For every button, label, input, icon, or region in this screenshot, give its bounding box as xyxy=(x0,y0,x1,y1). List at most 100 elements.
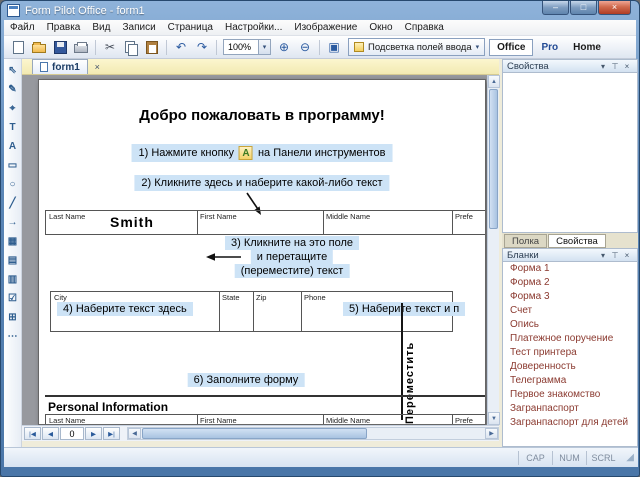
menu-item-file[interactable]: Файл xyxy=(4,20,41,35)
paste-button[interactable] xyxy=(142,38,162,57)
redo-button[interactable]: ↷ xyxy=(192,38,212,57)
menu-item-help[interactable]: Справка xyxy=(399,20,450,35)
arrow-tool-button[interactable]: → xyxy=(5,214,21,230)
title-bar[interactable]: Form Pilot Office - form1 – □ × xyxy=(1,1,639,20)
column-divider[interactable] xyxy=(323,415,324,425)
edition-tab-pro[interactable]: Pro xyxy=(534,39,565,56)
table-tool-button[interactable]: ⊞ xyxy=(5,309,21,325)
rectangle-tool-button[interactable]: ▭ xyxy=(5,157,21,173)
column-divider[interactable] xyxy=(253,292,254,331)
letter-tool-button[interactable]: A xyxy=(5,138,21,154)
tab-close-icon[interactable]: × xyxy=(91,60,104,73)
blank-item-first-acquaintance[interactable]: Первое знакомство xyxy=(503,388,637,402)
print-button[interactable] xyxy=(71,38,91,57)
ellipse-tool-button[interactable]: ○ xyxy=(5,176,21,192)
record-number-field[interactable]: 0 xyxy=(60,427,84,440)
last-record-button[interactable]: ▶| xyxy=(103,427,120,440)
field-icon: ▣ xyxy=(328,41,339,53)
scroll-right-arrow[interactable]: ▶ xyxy=(485,428,498,439)
blank-item-forma1[interactable]: Форма 1 xyxy=(503,262,637,276)
chevron-down-icon[interactable]: ▾ xyxy=(258,40,270,54)
column-divider[interactable] xyxy=(452,211,453,234)
pen-tool-button[interactable]: ✎ xyxy=(5,81,21,97)
zoom-out-button[interactable]: ⊖ xyxy=(295,38,315,57)
undo-button[interactable]: ↶ xyxy=(171,38,191,57)
maximize-button[interactable]: □ xyxy=(570,1,597,15)
column-divider[interactable] xyxy=(197,415,198,425)
menu-item-edit[interactable]: Правка xyxy=(41,20,87,35)
scroll-up-arrow[interactable]: ▲ xyxy=(488,75,500,88)
checkbox-tool-button[interactable]: ☑ xyxy=(5,290,21,306)
left-arrow xyxy=(205,252,243,262)
text-tool-button[interactable]: T xyxy=(5,119,21,135)
copy-button[interactable] xyxy=(121,38,141,57)
zoom-in-button[interactable]: ⊕ xyxy=(274,38,294,57)
next-record-button[interactable]: ▶ xyxy=(85,427,102,440)
close-button[interactable]: × xyxy=(598,1,631,15)
document-page[interactable]: Добро пожаловать в программу! 1) Нажмите… xyxy=(38,79,486,425)
column-divider[interactable] xyxy=(219,292,220,331)
menu-item-settings[interactable]: Настройки... xyxy=(219,20,288,35)
blank-item-telegram[interactable]: Телеграмма xyxy=(503,374,637,388)
form-table-personal[interactable]: Last Name First Name Middle Name Prefe xyxy=(45,414,486,425)
blank-item-forma3[interactable]: Форма 3 xyxy=(503,290,637,304)
column-divider[interactable] xyxy=(301,292,302,331)
vertical-scroll-thumb[interactable] xyxy=(489,89,498,229)
menu-item-window[interactable]: Окно xyxy=(363,20,398,35)
blank-item-passport-children[interactable]: Загранпаспорт для детей xyxy=(503,416,637,430)
column-divider[interactable] xyxy=(197,211,198,234)
blank-item-inventory[interactable]: Опись xyxy=(503,318,637,332)
panel-pin-icon[interactable]: ⊤ xyxy=(609,251,621,260)
column-divider[interactable] xyxy=(452,415,453,425)
panel-menu-icon[interactable]: ▾ xyxy=(597,62,609,71)
scroll-down-arrow[interactable]: ▼ xyxy=(488,412,500,425)
barcode-tool-button[interactable]: ▥ xyxy=(5,271,21,287)
horizontal-scroll-thumb[interactable] xyxy=(142,428,367,439)
document-icon xyxy=(40,62,48,72)
scroll-left-arrow[interactable]: ◀ xyxy=(128,428,141,439)
blank-item-power-of-attorney[interactable]: Доверенность xyxy=(503,360,637,374)
new-document-button[interactable] xyxy=(8,38,28,57)
menu-item-image[interactable]: Изображение xyxy=(288,20,363,35)
highlight-fields-label: Подсветка полей ввода xyxy=(368,42,472,53)
form-table-names[interactable]: Last Name First Name Middle Name Prefe S… xyxy=(45,210,486,235)
first-record-button[interactable]: |◀ xyxy=(24,427,41,440)
panel-close-icon[interactable]: × xyxy=(621,251,633,260)
hatch-tool-button[interactable]: ▤ xyxy=(5,252,21,268)
minimize-button[interactable]: – xyxy=(542,1,569,15)
picker-tool-button[interactable]: ⌖ xyxy=(5,100,21,116)
field-mode-button[interactable]: ▣ xyxy=(324,38,344,57)
blank-item-passport[interactable]: Загранпаспорт xyxy=(503,402,637,416)
edition-tab-office[interactable]: Office xyxy=(489,39,533,56)
line-tool-button[interactable]: ╱ xyxy=(5,195,21,211)
blank-item-forma2[interactable]: Форма 2 xyxy=(503,276,637,290)
open-button[interactable] xyxy=(29,38,49,57)
edition-tab-home[interactable]: Home xyxy=(566,39,608,56)
document-tab-form1[interactable]: form1 xyxy=(32,59,88,74)
blank-item-invoice[interactable]: Счет xyxy=(503,304,637,318)
grid-tool-button[interactable]: ▦ xyxy=(5,233,21,249)
document-tab-strip: form1 × xyxy=(22,59,499,75)
menu-item-records[interactable]: Записи xyxy=(116,20,161,35)
highlight-fields-button[interactable]: Подсветка полей ввода ▾ xyxy=(348,38,485,56)
pointer-tool-button[interactable]: ⇖ xyxy=(5,62,21,78)
horizontal-scrollbar[interactable]: ◀ ▶ xyxy=(127,427,499,440)
panel-close-icon[interactable]: × xyxy=(621,62,633,71)
vertical-scrollbar[interactable]: ▲ ▼ xyxy=(487,75,499,425)
menu-item-view[interactable]: Вид xyxy=(86,20,116,35)
column-divider[interactable] xyxy=(323,211,324,234)
panel-menu-icon[interactable]: ▾ xyxy=(597,251,609,260)
cut-button[interactable]: ✂ xyxy=(100,38,120,57)
menu-item-page[interactable]: Страница xyxy=(162,20,219,35)
zoom-select[interactable]: 100% ▾ xyxy=(223,39,271,55)
tab-shelf[interactable]: Полка xyxy=(504,234,547,248)
tab-properties[interactable]: Свойства xyxy=(548,234,606,248)
previous-record-button[interactable]: ◀ xyxy=(42,427,59,440)
save-button[interactable] xyxy=(50,38,70,57)
panel-pin-icon[interactable]: ⊤ xyxy=(609,62,621,71)
resize-grip[interactable]: ◢ xyxy=(620,452,638,463)
blank-item-payment-order[interactable]: Платежное поручение xyxy=(503,332,637,346)
blank-item-printer-test[interactable]: Тест принтера xyxy=(503,346,637,360)
toolbar-separator xyxy=(95,40,96,55)
more-tools-button[interactable]: ⋯ xyxy=(5,328,21,344)
